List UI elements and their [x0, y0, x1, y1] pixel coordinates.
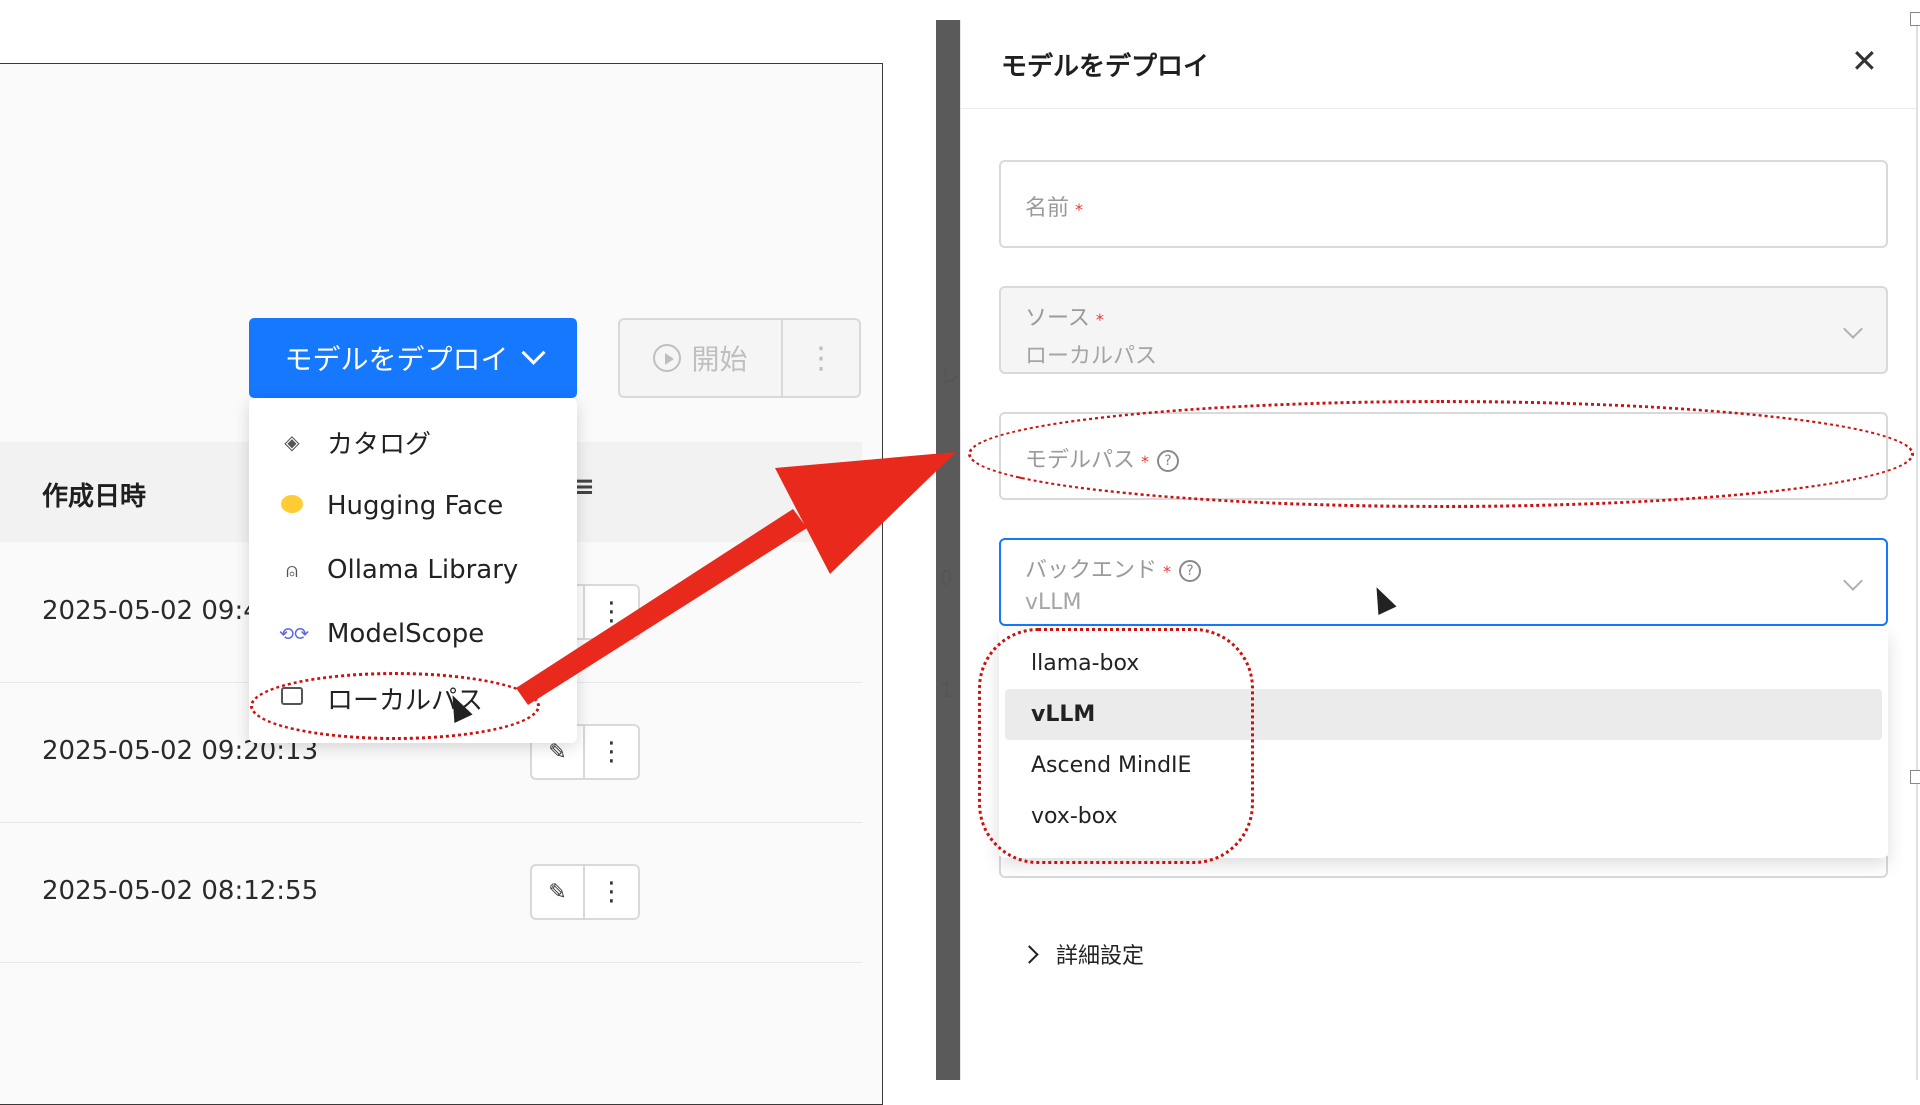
drawer-backdrop [936, 20, 960, 1080]
menu-item-label: ModelScope [327, 619, 485, 649]
model-path-field[interactable]: モデルパス *? [999, 412, 1888, 500]
backend-options-list: llama-box vLLM Ascend MindIE vox-box [999, 630, 1888, 858]
resize-handle[interactable] [1910, 770, 1920, 784]
backend-option-vox-box[interactable]: vox-box [1005, 791, 1882, 842]
backend-select[interactable]: バックエンド *? vLLM [999, 538, 1888, 626]
chevron-down-icon [1843, 571, 1863, 591]
close-icon[interactable]: ✕ [1851, 42, 1878, 80]
ollama-icon: ⍝ [286, 558, 298, 582]
backend-option-vllm[interactable]: vLLM [1005, 689, 1882, 740]
start-button-label: 開始 [691, 343, 748, 376]
row-more-button[interactable]: ⋮ [585, 724, 640, 780]
advanced-settings-label: 詳細設定 [1056, 944, 1145, 969]
background-text: 0 [940, 566, 953, 590]
background-text: レ [940, 364, 960, 388]
hugging-face-icon [281, 495, 303, 513]
background-text: 1 [940, 678, 953, 702]
model-path-field-label: モデルパス *? [1025, 442, 1180, 474]
backend-field-label: バックエンド *? [1025, 552, 1202, 584]
more-actions-button[interactable]: ⋮ [783, 320, 859, 396]
deploy-model-button[interactable]: モデルをデプロイ [249, 318, 577, 398]
backend-value: vLLM [1025, 590, 1082, 615]
backend-option-llama-box[interactable]: llama-box [1005, 638, 1882, 689]
modelscope-icon: ⟲⟳ [279, 623, 310, 645]
row-more-button[interactable]: ⋮ [585, 584, 640, 640]
row-actions: ✎ ⋮ [530, 864, 640, 920]
more-vertical-icon: ⋮ [806, 340, 836, 376]
layers-icon: ◈ [284, 430, 300, 454]
help-circle-icon[interactable]: ? [1157, 450, 1180, 472]
source-field-label: ソース * [1025, 300, 1104, 332]
play-circle-icon [653, 344, 682, 372]
help-circle-icon[interactable]: ? [1179, 560, 1202, 582]
deploy-source-menu: ◈ カタログ Hugging Face ⍝ Ollama Library ⟲⟳ … [249, 398, 577, 743]
edit-button[interactable]: ✎ [530, 864, 585, 920]
chevron-down-icon [520, 340, 546, 365]
name-label-text: 名前 [1025, 196, 1070, 221]
source-label-text: ソース [1025, 306, 1090, 331]
deploy-model-button-label: モデルをデプロイ [284, 344, 509, 375]
backend-label-text: バックエンド [1025, 558, 1158, 583]
menu-item-label: カタログ [327, 429, 432, 460]
deploy-model-drawer: モデルをデプロイ ✕ 名前 * ソース * ローカルパス モデルパス *? バックエン… [960, 20, 1918, 1080]
advanced-settings-toggle[interactable]: 詳細設定 [1020, 938, 1145, 970]
required-mark: * [1141, 452, 1150, 471]
more-vertical-icon: ⋮ [598, 877, 625, 907]
required-mark: * [1095, 310, 1104, 329]
column-header-created: 作成日時 [42, 482, 147, 512]
model-path-label-text: モデルパス [1025, 448, 1136, 473]
required-mark: * [1163, 562, 1172, 581]
table-row: 2025-05-02 08:12:55 ✎ ⋮ [0, 822, 862, 963]
pencil-icon: ✎ [548, 879, 567, 905]
name-field-label: 名前 * [1025, 190, 1083, 222]
pencil-icon: ✎ [548, 739, 567, 765]
menu-item-label: Ollama Library [327, 555, 519, 585]
menu-item-modelscope[interactable]: ⟲⟳ ModelScope [249, 602, 577, 666]
row-more-button[interactable]: ⋮ [585, 864, 640, 920]
more-vertical-icon: ⋮ [598, 737, 625, 767]
chevron-right-icon [1020, 944, 1039, 964]
drive-icon [281, 687, 303, 705]
menu-item-hugging-face[interactable]: Hugging Face [249, 474, 577, 538]
row-created-date: 2025-05-02 08:12:55 [42, 876, 319, 906]
menu-item-local-path[interactable]: ローカルパス [249, 666, 577, 730]
chevron-down-icon [1843, 319, 1863, 339]
resize-handle[interactable] [1910, 12, 1920, 26]
hidden-field-edge [999, 856, 1888, 878]
menu-item-ollama-library[interactable]: ⍝ Ollama Library [249, 538, 577, 602]
drawer-divider [961, 108, 1916, 109]
menu-item-catalog[interactable]: ◈ カタログ [249, 410, 577, 474]
menu-item-label: Hugging Face [327, 491, 504, 521]
source-select[interactable]: ソース * ローカルパス [999, 286, 1888, 374]
row-created-date: 2025-05-02 09:4 [42, 596, 260, 626]
more-vertical-icon: ⋮ [598, 597, 625, 627]
drawer-title: モデルをデプロイ [1001, 52, 1210, 82]
start-button[interactable]: 開始 [620, 320, 783, 396]
required-mark: * [1075, 200, 1084, 219]
backend-option-ascend-mindie[interactable]: Ascend MindIE [1005, 740, 1882, 791]
name-field[interactable]: 名前 * [999, 160, 1888, 248]
start-button-group: 開始 ⋮ [618, 318, 861, 398]
source-value: ローカルパス [1025, 344, 1158, 369]
